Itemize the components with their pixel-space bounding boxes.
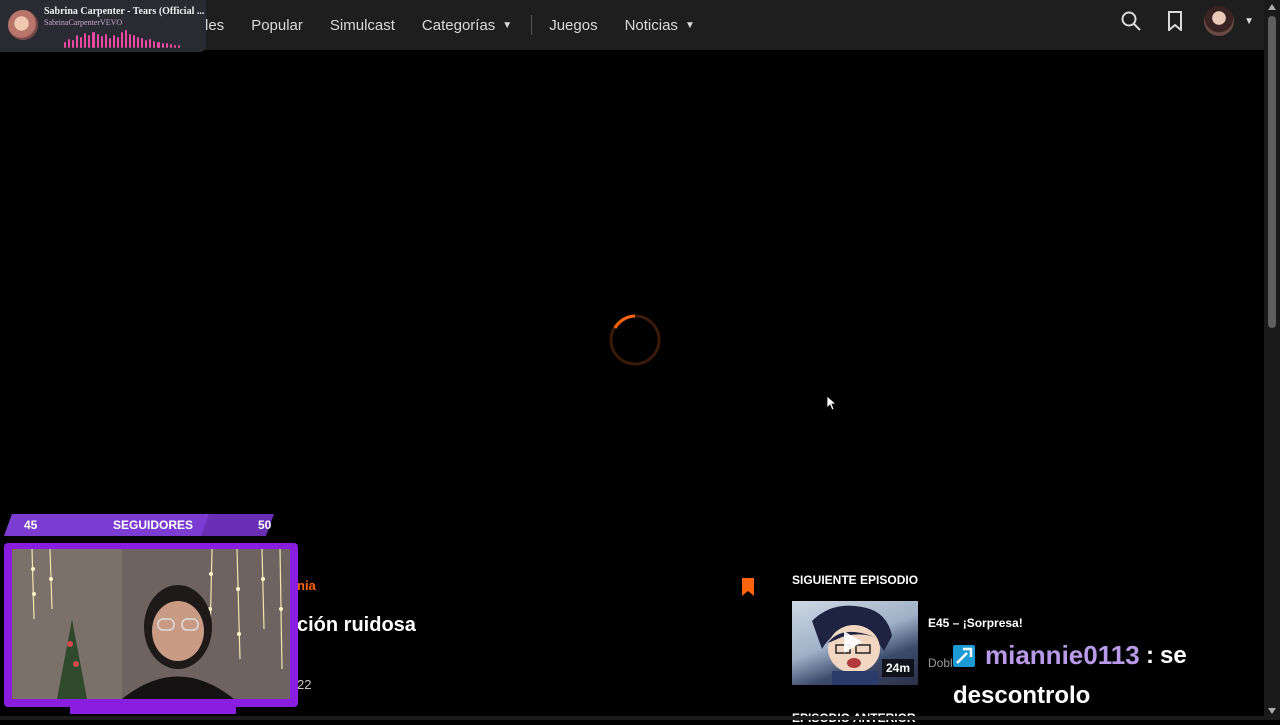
visualizer-bar: [161, 43, 164, 48]
episode-title: ción ruidosa: [297, 614, 416, 636]
nav-divider: [531, 15, 533, 35]
audio-visualizer: [64, 30, 180, 48]
nav-item-popular[interactable]: Popular: [251, 17, 303, 34]
visualizer-bar: [80, 37, 83, 48]
search-icon[interactable]: [1120, 10, 1142, 32]
visualizer-bar: [88, 35, 91, 48]
nav-items: des Popular Simulcast Categorías ▼ Juegos…: [200, 0, 722, 50]
nav-actions: ▼: [1098, 0, 1254, 42]
visualizer-bar: [141, 38, 144, 48]
visualizer-bar: [177, 45, 180, 48]
nav-item-simulcast[interactable]: Simulcast: [330, 17, 395, 34]
nav-item-categorias[interactable]: Categorías ▼: [422, 17, 512, 34]
visualizer-bar: [169, 44, 172, 48]
visualizer-bar: [149, 39, 152, 48]
visualizer-bar: [145, 40, 148, 48]
scrollbar[interactable]: [1264, 0, 1280, 720]
profile-menu[interactable]: ▼: [1204, 6, 1254, 36]
visualizer-bar: [165, 43, 168, 48]
visualizer-bar: [68, 39, 71, 48]
visualizer-bar: [92, 32, 95, 48]
next-episode-label: SIGUIENTE EPISODIO: [792, 573, 919, 587]
chevron-down-icon: ▼: [684, 19, 695, 31]
visualizer-bar: [108, 38, 111, 48]
chat-message-line-2: descontrolo: [953, 682, 1091, 709]
visualizer-bar: [129, 34, 132, 48]
now-playing-overlay: Sabrina Carpenter - Tears (Official ... …: [0, 0, 206, 52]
visualizer-bar: [76, 35, 79, 48]
visualizer-bar: [173, 45, 176, 48]
music-artist: SabrinaCarpenterVEVO: [44, 18, 123, 27]
scroll-down-icon[interactable]: [1268, 708, 1276, 714]
chevron-down-icon: ▼: [502, 19, 513, 31]
bookmark-icon[interactable]: [1164, 10, 1186, 32]
followers-current: 45: [24, 518, 38, 532]
visualizer-bar: [120, 32, 123, 48]
visualizer-bar: [133, 35, 136, 48]
visualizer-bar: [96, 34, 99, 48]
visualizer-bar: [100, 36, 103, 48]
bookmark-icon[interactable]: [742, 578, 754, 596]
episode-date: 22: [297, 677, 312, 692]
series-link[interactable]: nia: [297, 578, 316, 593]
next-episode-thumbnail[interactable]: 24m: [792, 601, 918, 685]
webcam-scene: [12, 549, 290, 699]
visualizer-bar: [137, 37, 140, 48]
visualizer-bar: [72, 40, 75, 48]
visualizer-bar: [153, 41, 156, 48]
visualizer-bar: [84, 33, 87, 48]
next-episode-title[interactable]: E45 – ¡Sorpresa!: [928, 616, 1023, 630]
chat-separator: :: [1146, 642, 1154, 669]
avatar[interactable]: [1204, 6, 1235, 36]
nav-item-noticias[interactable]: Noticias ▼: [625, 17, 695, 34]
music-thumbnail: [8, 10, 38, 40]
loading-spinner-icon: [609, 314, 661, 366]
webcam-frame-bottom: [70, 706, 236, 714]
visualizer-bar: [104, 34, 107, 48]
webcam-video: [12, 549, 290, 699]
followers-label: SEGUIDORES: [113, 518, 194, 532]
visualizer-bar: [116, 37, 119, 48]
scroll-up-icon[interactable]: [1268, 4, 1276, 10]
play-icon[interactable]: [844, 631, 862, 653]
next-episode-language: Dobl: [928, 656, 953, 670]
visualizer-bar: [64, 42, 67, 48]
visualizer-bar: [112, 35, 115, 48]
chat-username: miannie0113: [985, 640, 1140, 670]
scroll-thumb[interactable]: [1268, 16, 1276, 328]
visualizer-bar: [157, 42, 160, 48]
mouse-cursor-icon: [826, 395, 836, 411]
followers-goal: 50: [258, 518, 272, 532]
visualizer-bar: [124, 30, 127, 48]
music-title: Sabrina Carpenter - Tears (Official ...: [44, 6, 205, 17]
chat-badge-icon: [953, 645, 975, 667]
video-player[interactable]: [2, 50, 1264, 510]
episode-duration: 24m: [881, 659, 914, 677]
chat-message-line-1: se: [1160, 642, 1187, 669]
nav-item-juegos[interactable]: Juegos: [549, 17, 597, 34]
chevron-down-icon: ▼: [1244, 15, 1254, 27]
page-bottom-strip: [0, 716, 1264, 720]
